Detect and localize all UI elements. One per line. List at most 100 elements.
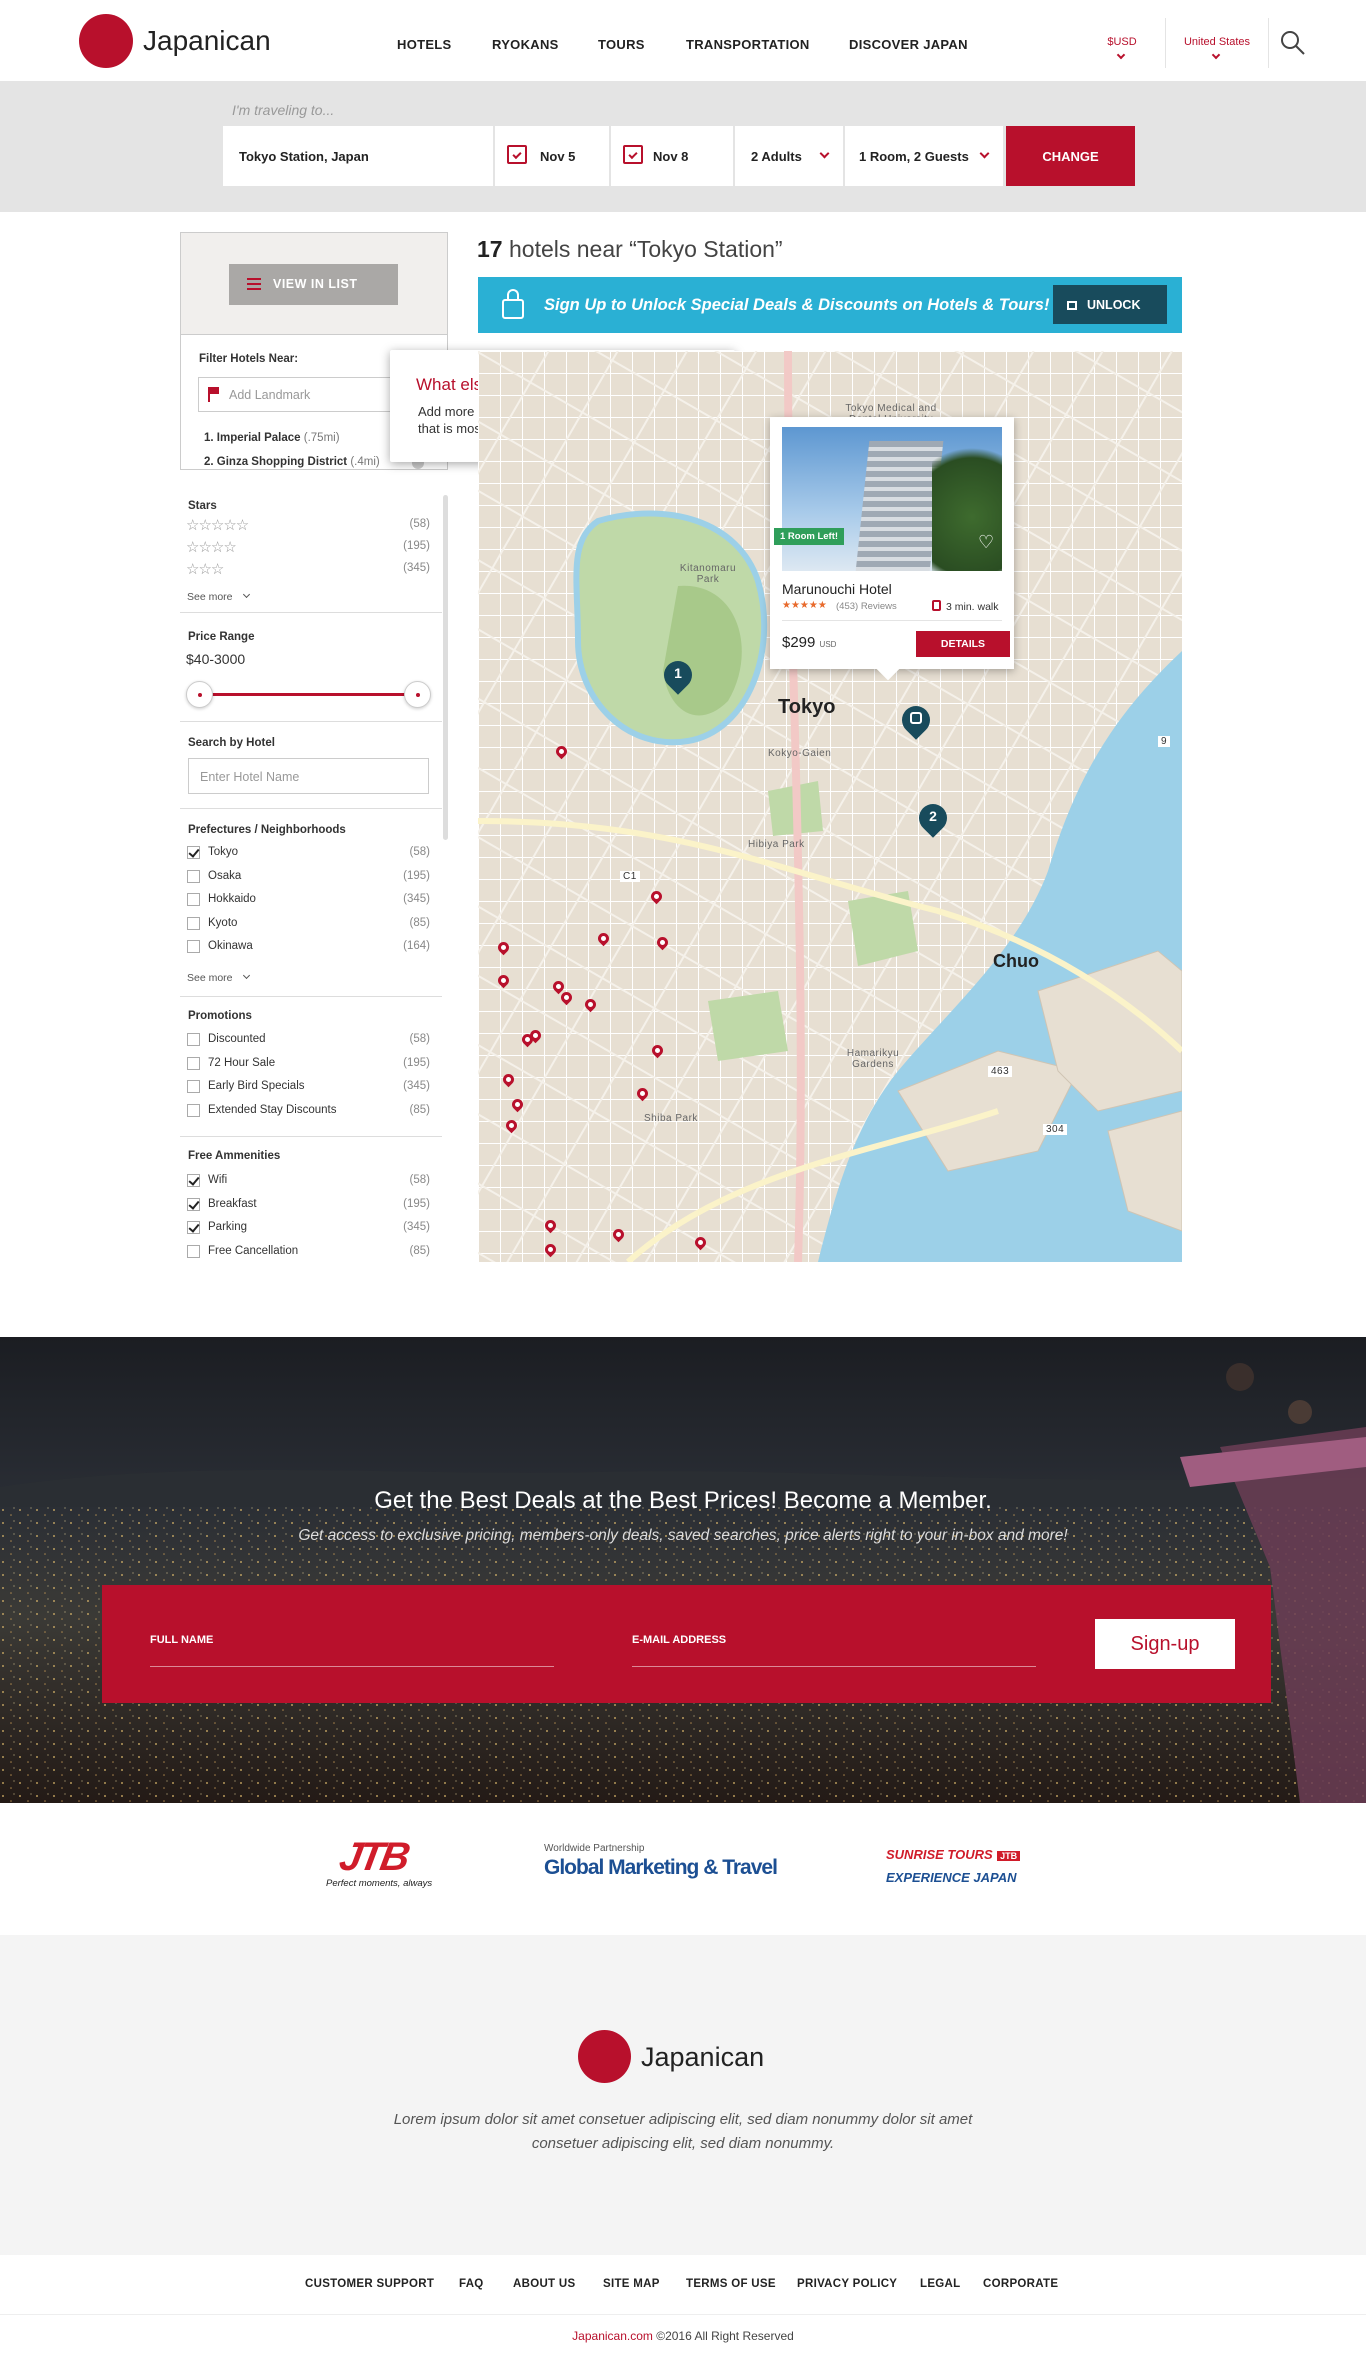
footer-link[interactable]: CUSTOMER SUPPORT [305,2278,434,2290]
view-in-list-button[interactable]: VIEW IN LIST [229,264,398,305]
price-slider-min-handle[interactable] [186,681,213,708]
promotion-row[interactable]: 72 Hour Sale (195) [186,1056,432,1074]
nav-ryokans[interactable]: RYOKANS [492,37,559,52]
chevron-down-icon [979,148,990,159]
promotion-label: Early Bird Specials [208,1080,305,1092]
prefecture-row[interactable]: Okinawa (164) [186,939,432,957]
checkin-field[interactable]: Nov 5 [495,126,609,186]
hotel-card[interactable]: 1 Room Left! ♡ Marunouchi Hotel ★★★★★ (4… [770,417,1014,681]
amenity-row[interactable]: Wifi (58) [186,1173,432,1191]
road-number: 9 [1158,736,1171,747]
footer-brand[interactable]: Japanican [641,2042,764,2073]
landmark-item[interactable]: 1. Imperial Palace (.75mi) [204,432,340,444]
footer-link[interactable]: LEGAL [920,2278,960,2290]
prefecture-checkbox[interactable] [187,846,200,859]
promotion-checkbox[interactable] [187,1103,200,1117]
full-name-label: FULL NAME [150,1634,214,1646]
guests-select[interactable]: 2 Adults [735,126,843,186]
footer-copyright: Japanican.com ©2016 All Right Reserved [0,2329,1366,2343]
email-input[interactable] [632,1651,1036,1667]
checkout-field[interactable]: Nov 8 [611,126,733,186]
hotel-name[interactable]: Marunouchi Hotel [782,581,892,597]
heart-icon[interactable]: ♡ [978,532,994,553]
details-button[interactable]: DETAILS [916,631,1010,657]
hotel-reviews[interactable]: (453) Reviews [836,601,897,612]
landmark-marker-2-label: 2 [929,808,937,824]
search-icon[interactable] [1280,30,1306,56]
amenity-checkbox[interactable] [187,1197,200,1211]
flag-icon [208,387,219,402]
destination-field[interactable]: Tokyo Station, Japan [223,126,493,186]
promotion-row[interactable]: Discounted (58) [186,1032,432,1050]
prefecture-checkbox[interactable] [187,869,200,883]
signup-button[interactable]: Sign-up [1095,1619,1235,1669]
prefecture-row[interactable]: Osaka (195) [186,869,432,887]
logo-mark[interactable] [79,14,133,68]
footer-logo-mark[interactable] [578,2030,631,2083]
map-label-shiba: Shiba Park [644,1113,698,1124]
sidebar-scrollbar[interactable] [443,495,448,840]
sunrise-logo[interactable]: SUNRISE TOURS JTB EXPERIENCE JAPAN [886,1846,1021,1885]
promotion-count: (195) [403,1056,430,1069]
footer-link[interactable]: CORPORATE [983,2278,1058,2290]
promotion-checkbox[interactable] [187,1080,200,1093]
checkout-value: Nov 8 [653,149,689,164]
promotion-checkbox[interactable] [187,1033,200,1046]
brand-name[interactable]: Japanican [143,25,271,57]
amenity-checkbox[interactable] [187,1174,200,1187]
price-slider-track[interactable] [200,693,418,696]
member-section: Get the Best Deals at the Best Prices! B… [0,1337,1366,1803]
add-landmark-input[interactable]: Add Landmark [198,377,398,412]
promotion-row[interactable]: Extended Stay Discounts (85) [186,1103,432,1121]
site-link[interactable]: Japanican.com [572,2329,653,2343]
price-title: Price Range [188,631,255,643]
prefecture-count: (58) [409,846,430,858]
amenity-checkbox[interactable] [187,1221,200,1234]
see-more-link[interactable]: See more [187,591,233,603]
amenity-row[interactable]: Parking (345) [186,1220,432,1238]
footer-link[interactable]: PRIVACY POLICY [797,2278,897,2290]
promotion-checkbox[interactable] [187,1056,200,1070]
hotel-map[interactable]: Tokyo Chuo Kitanomaru Park Hamarikyu Gar… [478,351,1182,1262]
guests-value: 2 Adults [751,149,802,164]
footer-link[interactable]: FAQ [459,2278,484,2290]
currency-select[interactable]: $USD [1100,36,1144,60]
hotel-name-input[interactable]: Enter Hotel Name [188,758,429,794]
rooms-select[interactable]: 1 Room, 2 Guests [845,126,1003,186]
prefecture-row[interactable]: Kyoto (85) [186,916,432,934]
amenities-title: Free Ammenities [188,1150,281,1162]
star-rating-4[interactable]: ☆☆☆☆ [186,538,237,556]
nav-transportation[interactable]: TRANSPORTATION [686,37,810,52]
gmt-logo[interactable]: Worldwide Partnership Global Marketing &… [544,1843,778,1880]
star-rating-3[interactable]: ☆☆☆ [186,560,224,578]
lock-icon [1067,301,1077,310]
member-subtitle: Get access to exclusive pricing, members… [298,1527,1068,1544]
change-button[interactable]: CHANGE [1006,126,1135,186]
member-title: Get the Best Deals at the Best Prices! B… [374,1487,992,1514]
amenity-checkbox[interactable] [187,1244,200,1258]
see-more-link[interactable]: See more [187,972,233,984]
star-rating-5[interactable]: ☆☆☆☆☆ [186,516,249,534]
prefecture-row[interactable]: Hokkaido (345) [186,892,432,910]
prefecture-checkbox[interactable] [187,916,200,930]
price-slider-max-handle[interactable] [404,681,431,708]
nav-tours[interactable]: TOURS [598,37,645,52]
prefecture-row[interactable]: Tokyo (58) [186,845,432,863]
nav-discover-japan[interactable]: DISCOVER JAPAN [849,37,968,52]
landmark-item[interactable]: 2. Ginza Shopping District (.4mi) [204,456,380,468]
unlock-button[interactable]: UNLOCK [1053,285,1167,324]
jtb-logo[interactable]: JTB Perfect moments, always [326,1835,440,1889]
amenity-row[interactable]: Breakfast (195) [186,1197,432,1215]
filter-near-title: Filter Hotels Near: [199,353,299,365]
prefecture-checkbox[interactable] [187,893,200,906]
prefecture-checkbox[interactable] [187,940,200,953]
promotion-row[interactable]: Early Bird Specials (345) [186,1079,432,1097]
footer-link[interactable]: TERMS OF USE [686,2278,776,2290]
amenity-row[interactable]: Free Cancellation (85) [186,1244,432,1262]
country-select[interactable]: United States [1175,36,1259,60]
full-name-input[interactable] [150,1651,554,1667]
footer-link[interactable]: ABOUT US [513,2278,575,2290]
footer-link[interactable]: SITE MAP [603,2278,660,2290]
chevron-down-icon [242,971,251,980]
nav-hotels[interactable]: HOTELS [397,37,452,52]
